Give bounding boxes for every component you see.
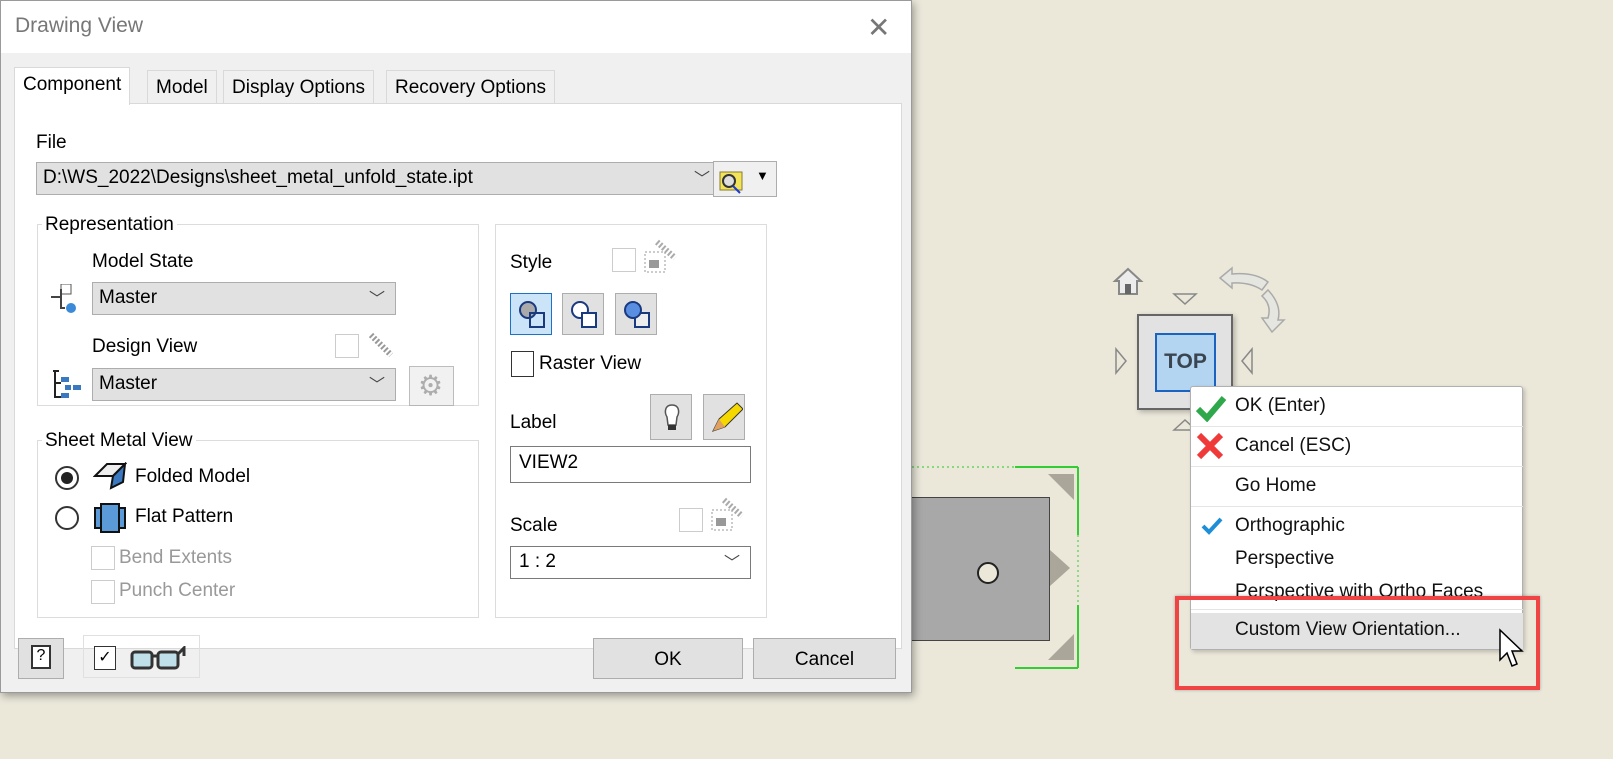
bend-extents-label: Bend Extents: [119, 547, 233, 568]
arrow-down-icon[interactable]: [1172, 292, 1198, 306]
edit-label-button[interactable]: [703, 394, 745, 440]
folded-model-label: Folded Model: [135, 466, 251, 487]
flat-pattern-radio[interactable]: [55, 506, 79, 530]
chevron-down-icon: ﹀: [368, 377, 385, 394]
help-button[interactable]: ?: [18, 638, 64, 679]
design-view-label: Design View: [92, 336, 198, 357]
file-select[interactable]: D:\WS_2022\Designs\sheet_metal_unfold_st…: [36, 162, 721, 195]
design-view-settings-button[interactable]: ⚙: [409, 366, 454, 406]
file-label: File: [36, 132, 67, 153]
design-view-associative-checkbox[interactable]: [335, 334, 359, 358]
flat-pattern-label: Flat Pattern: [135, 506, 234, 527]
highlight-box: [1175, 596, 1540, 690]
model-state-value: Master: [99, 287, 158, 308]
preview-checkbox[interactable]: ✓: [94, 646, 116, 670]
ok-button[interactable]: OK: [593, 638, 743, 679]
lightbulb-icon: [664, 404, 680, 430]
hidden-line-removed-icon: [571, 301, 597, 328]
browse-file-button[interactable]: ▼: [713, 161, 777, 197]
tab-display-options[interactable]: Display Options: [223, 70, 375, 104]
folded-model-icon: [93, 462, 127, 490]
home-icon[interactable]: [1112, 266, 1144, 296]
label-input[interactable]: VIEW2: [510, 446, 751, 483]
folded-model-radio[interactable]: [55, 466, 79, 490]
model-state-icon: [51, 284, 76, 313]
style-label: Style: [510, 252, 553, 273]
tab-component[interactable]: Component: [14, 67, 131, 105]
tab-recovery-options[interactable]: Recovery Options: [386, 70, 556, 104]
design-view-select[interactable]: Master ﹀: [92, 368, 396, 401]
representation-label: Representation: [42, 214, 177, 236]
glasses-icon: [130, 646, 186, 670]
scale-select[interactable]: 1 : 2 ﹀: [510, 546, 751, 579]
raster-view-label: Raster View: [539, 353, 642, 374]
label-label: Label: [510, 412, 557, 433]
dropdown-arrow-icon[interactable]: ▼: [756, 168, 769, 183]
bend-extents-checkbox[interactable]: [91, 546, 115, 570]
chevron-down-icon: ﹀: [723, 555, 740, 572]
punch-center-checkbox[interactable]: [91, 580, 115, 604]
punch-center-label: Punch Center: [119, 580, 236, 601]
mouse-cursor-icon: [1499, 628, 1524, 667]
menu-item-orthographic[interactable]: Orthographic: [1191, 509, 1523, 542]
menu-item-go-home[interactable]: Go Home: [1191, 469, 1523, 502]
viewcube-top-face[interactable]: TOP: [1155, 333, 1216, 392]
shaded-icon: [624, 301, 650, 328]
cancel-button[interactable]: Cancel: [753, 638, 896, 679]
model-state-select[interactable]: Master ﹀: [92, 282, 396, 315]
model-state-label: Model State: [92, 251, 194, 272]
view-selection-bracket: [912, 466, 1079, 669]
sheet-metal-view-label: Sheet Metal View: [42, 430, 196, 452]
link-disabled-icon: [368, 332, 394, 358]
help-icon: ?: [31, 645, 51, 669]
arrow-right-icon[interactable]: [1114, 347, 1128, 375]
folder-search-icon: [719, 171, 743, 194]
hidden-line-style-button[interactable]: [510, 293, 552, 335]
scale-associative-checkbox[interactable]: [679, 508, 703, 532]
style-associative-checkbox[interactable]: [612, 248, 636, 272]
design-view-value: Master: [99, 373, 158, 394]
label-value: VIEW2: [519, 452, 579, 473]
flat-pattern-icon: [94, 503, 126, 533]
style-from-base-icon: [644, 239, 677, 273]
component-panel: File D:\WS_2022\Designs\sheet_metal_unfo…: [14, 103, 902, 649]
gear-icon: ⚙: [418, 370, 444, 401]
shaded-style-button[interactable]: [615, 293, 657, 335]
menu-item-perspective[interactable]: Perspective: [1191, 542, 1523, 575]
label-visibility-button[interactable]: [650, 394, 692, 440]
pencil-icon: [712, 402, 743, 432]
preview-toggle[interactable]: ✓: [83, 635, 200, 678]
scale-value: 1 : 2: [519, 551, 556, 572]
close-icon[interactable]: ✕: [867, 11, 890, 44]
arrow-left-icon[interactable]: [1240, 347, 1254, 375]
scale-label: Scale: [510, 515, 558, 536]
menu-separator: [1191, 506, 1523, 507]
menu-item-cancel[interactable]: Cancel (ESC): [1191, 429, 1523, 462]
tab-model[interactable]: Model: [147, 70, 217, 104]
hidden-line-removed-style-button[interactable]: [562, 293, 604, 335]
file-value: D:\WS_2022\Designs\sheet_metal_unfold_st…: [43, 167, 473, 188]
chevron-down-icon: ﹀: [693, 171, 710, 188]
hidden-line-icon: [519, 301, 545, 328]
menu-separator: [1191, 466, 1523, 467]
drawing-view-dialog: Drawing View ✕ Component Model Display O…: [0, 0, 912, 693]
design-view-icon: [53, 370, 81, 398]
chevron-down-icon: ﹀: [368, 291, 385, 308]
raster-view-checkbox[interactable]: [511, 351, 534, 377]
menu-separator: [1191, 426, 1523, 427]
menu-item-ok[interactable]: OK (Enter): [1191, 389, 1523, 422]
scale-from-base-icon: [711, 497, 744, 531]
dialog-title: Drawing View: [15, 14, 143, 37]
